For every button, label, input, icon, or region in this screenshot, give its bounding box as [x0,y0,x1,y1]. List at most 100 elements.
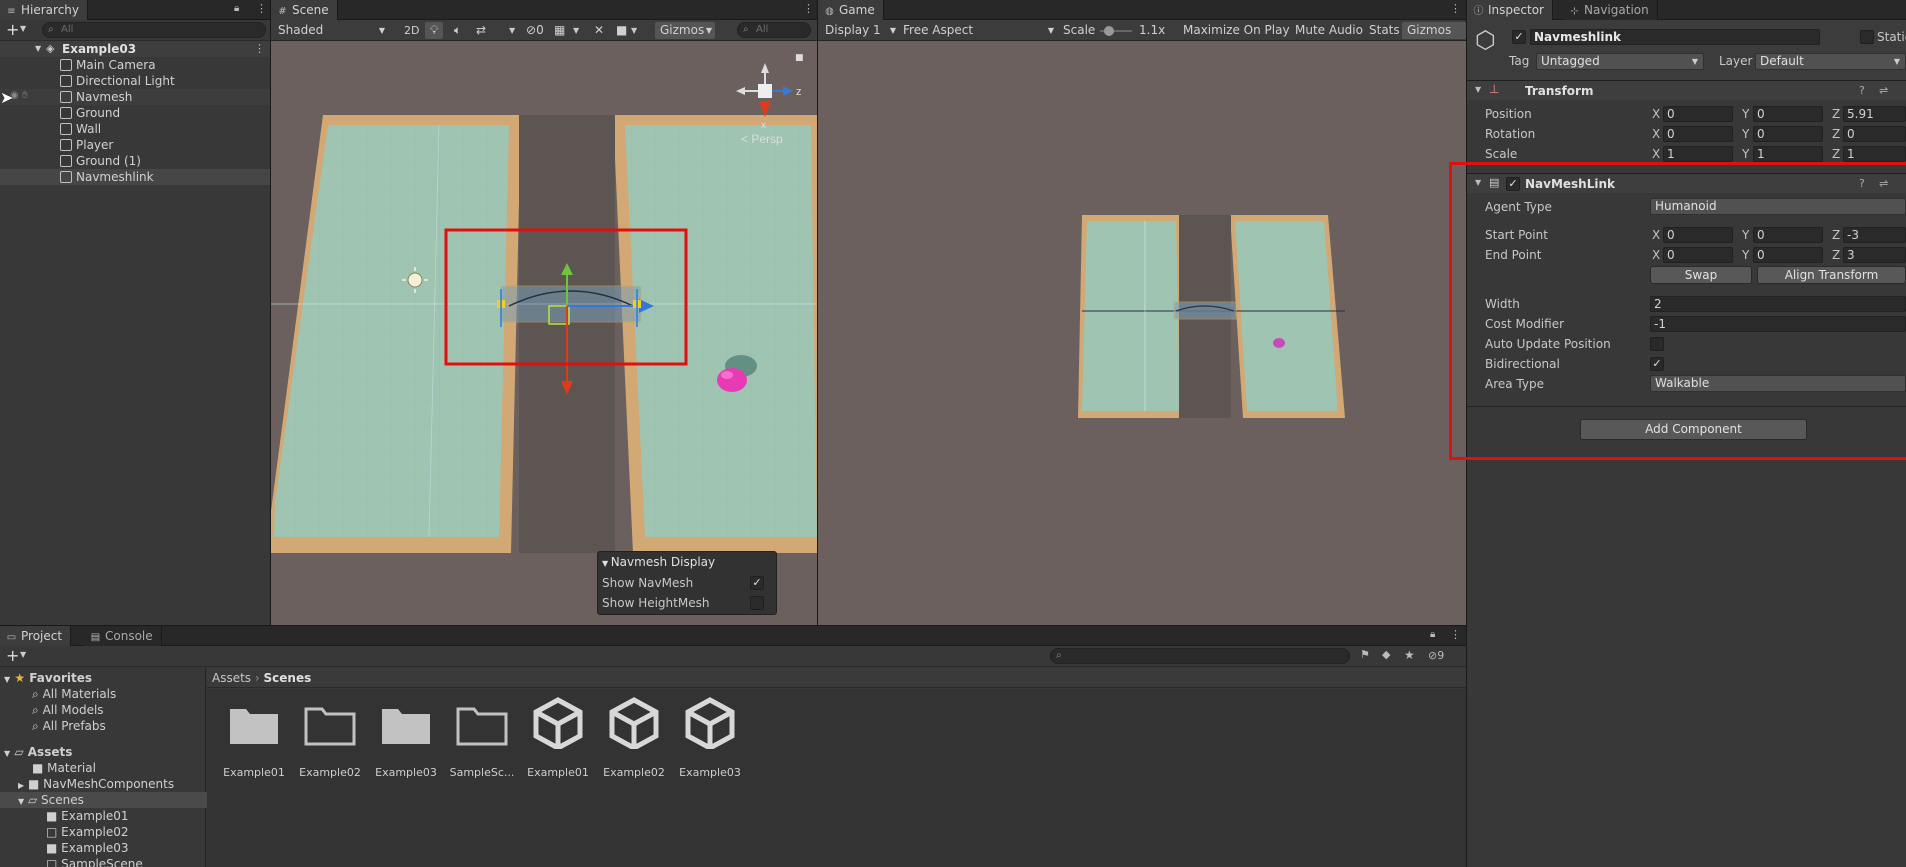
tab-console[interactable]: ▤ Console [84,626,162,646]
overlay-title[interactable]: ▼ Navmesh Display [602,555,715,569]
layer-dropdown[interactable]: Default ▼ [1755,53,1906,70]
add-button[interactable]: + [6,20,19,39]
chevron-down-icon[interactable]: ▼ [573,26,579,35]
scale-z-field[interactable]: 1 [1843,146,1906,162]
list-item[interactable]: Navmesh [0,89,270,105]
list-item[interactable]: Directional Light [0,73,270,89]
menu-kebab-icon[interactable]: ⋮ [256,2,267,15]
scale-slider-thumb[interactable] [1104,26,1114,36]
2d-toggle-button[interactable]: 2D [399,22,424,39]
menu-kebab-icon[interactable]: ⋮ [1450,628,1461,641]
rotation-y-field[interactable]: 0 [1753,126,1823,142]
camera-icon[interactable]: ■ [611,22,632,39]
list-item[interactable]: □ SampleScene [0,856,210,867]
list-item[interactable]: Ground [0,105,270,121]
menu-kebab-icon[interactable]: ⋮ [1450,2,1461,15]
scale-y-field[interactable]: 1 [1753,146,1823,162]
gizmos-dropdown[interactable]: Gizmos [1402,22,1466,39]
list-item[interactable]: Ground (1) [0,153,270,169]
lighting-toggle-button[interactable]: 💡︎ [425,22,444,39]
tab-inspector[interactable]: ⓘ Inspector [1467,0,1553,20]
hidden-objects-toggle[interactable]: ⊘0 [521,22,549,39]
favorite-star-icon[interactable]: ★ [1404,648,1415,662]
lock-icon[interactable]: 🔒︎ [234,3,239,14]
tab-game[interactable]: ◍ Game [818,0,884,20]
lock-icon[interactable]: 🔒︎ [1430,629,1435,640]
aspect-dropdown[interactable]: Free Aspect ▼ [898,22,1058,39]
list-item[interactable]: ⌕ All Materials [0,686,210,702]
position-y-field[interactable]: 0 [1753,106,1823,122]
expand-arrow-icon[interactable]: ▼ [35,41,41,57]
list-item[interactable]: ■ Example03 [0,840,210,856]
presets-icon[interactable]: ⇌ [1879,84,1888,97]
asset-item[interactable]: Example02 [598,697,670,783]
stats-toggle[interactable]: Stats [1364,22,1405,39]
show-heightmesh-checkbox[interactable] [750,596,764,610]
breadcrumb-scenes[interactable]: Scenes [264,671,312,685]
tag-dropdown[interactable]: Untagged ▼ [1536,53,1704,70]
list-item[interactable]: Wall [0,121,270,137]
scene-root-row[interactable]: ▼ ◈ Example03 ⋮ [0,41,270,57]
list-item[interactable]: ▶ ■ NavMeshComponents [0,776,210,792]
asset-item[interactable]: Example02 [294,697,366,783]
scene-viewport[interactable]: z x < Persp ■ [271,41,817,625]
shading-mode-dropdown[interactable]: Shaded ▼ [273,22,389,39]
help-icon[interactable]: ? [1859,84,1865,97]
tab-hierarchy[interactable]: ≡ Hierarchy [0,0,89,20]
list-item-selected[interactable]: Navmeshlink [0,169,270,185]
list-item[interactable]: □ Example02 [0,824,210,840]
list-item-selected[interactable]: ▼ ▱ Scenes [0,792,210,808]
list-item[interactable]: ⌕ All Models [0,702,210,718]
chevron-down-icon[interactable]: ▼ [509,26,515,35]
favorites-row[interactable]: ▼ ★ Favorites [0,670,210,686]
lock-icon[interactable]: ■ [795,53,804,63]
show-navmesh-checkbox[interactable]: ✓ [750,576,764,590]
gizmos-dropdown[interactable]: Gizmos ▼ [655,22,715,39]
transform-header[interactable]: ▼ ⊥ Transform ? ⇌ [1467,80,1906,100]
display-dropdown[interactable]: Display 1 ▼ [820,22,896,39]
object-name-field[interactable]: Navmeshlink [1530,29,1820,45]
hierarchy-search-input[interactable]: ⌕ All [42,22,266,38]
list-item[interactable]: Main Camera [0,57,270,73]
tab-navigation[interactable]: ⊹ Navigation [1563,0,1658,20]
filter-type-icon[interactable]: ⚑ [1360,648,1370,661]
tab-scene[interactable]: # Scene [271,0,338,20]
asset-item[interactable]: Example03 [674,697,746,783]
pick-hand-icon[interactable]: ✋︎ [22,90,28,101]
filter-label-icon[interactable]: ◆ [1382,648,1390,661]
active-checkbox[interactable]: ✓ [1512,30,1526,44]
rotation-z-field[interactable]: 0 [1843,126,1906,142]
position-x-field[interactable]: 0 [1663,106,1733,122]
audio-toggle-icon[interactable]: 🔈︎ [449,22,466,39]
scale-x-field[interactable]: 1 [1663,146,1733,162]
asset-item[interactable]: Example01 [218,697,290,783]
project-search-input[interactable]: ⌕ [1050,648,1350,664]
chevron-down-icon[interactable]: ▼ [20,24,26,33]
grid-toggle-icon[interactable]: ▦ [549,22,570,39]
scene-search-input[interactable]: ⌕ All [737,22,811,38]
list-item[interactable]: Player [0,137,270,153]
static-checkbox[interactable] [1860,30,1874,44]
rotation-x-field[interactable]: 0 [1663,126,1733,142]
menu-kebab-icon[interactable]: ⋮ [803,2,814,15]
scale-slider[interactable] [1100,26,1132,36]
position-z-field[interactable]: 5.91 [1843,106,1906,122]
chevron-down-icon[interactable]: ▼ [20,650,26,659]
foldout-arrow-icon[interactable]: ▼ [1475,85,1481,94]
asset-item[interactable]: Example03 [370,697,442,783]
chevron-down-icon[interactable]: ▼ [631,26,637,35]
list-item[interactable]: ■ Example01 [0,808,210,824]
persp-label[interactable]: < Persp [741,132,783,146]
asset-item[interactable]: Example01 [522,697,594,783]
asset-item[interactable]: SampleSc... [446,697,518,783]
list-item[interactable]: ⌕ All Prefabs [0,718,210,734]
tools-icon[interactable]: ✕ [589,22,609,39]
effects-toggle-icon[interactable]: ⇄ [471,22,491,39]
add-button[interactable]: + [6,646,19,665]
assets-row[interactable]: ▼ ▱ Assets [0,744,210,760]
scene-menu-icon[interactable]: ⋮ [254,41,265,57]
list-item[interactable]: ■ Material [0,760,210,776]
hidden-packages-toggle[interactable]: ⊘9 [1428,649,1444,662]
tab-project[interactable]: ▭ Project [0,626,72,646]
maximize-on-play-toggle[interactable]: Maximize On Play [1178,22,1295,39]
